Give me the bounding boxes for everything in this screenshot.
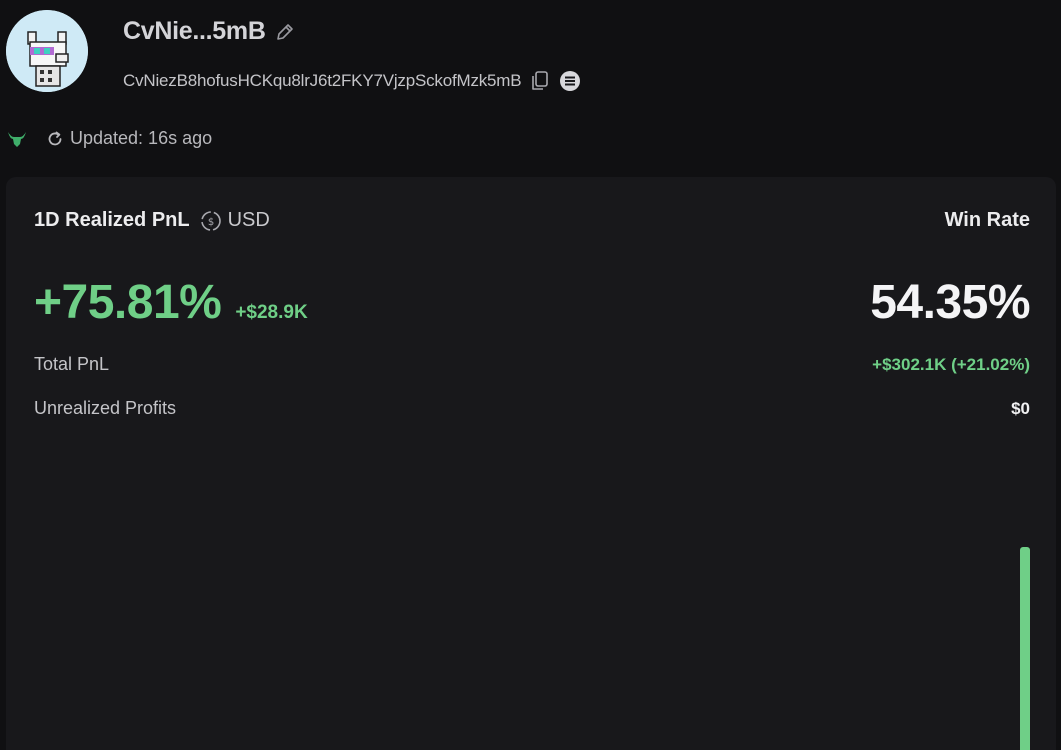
pencil-icon[interactable] [274,21,296,43]
avatar[interactable] [6,10,88,92]
status-row: Updated: 16s ago [6,128,212,149]
win-rate-value: 54.35% [870,276,1030,329]
svg-text:$: $ [207,217,213,228]
total-pnl-value: +$302.1K (+21.02%) [872,354,1030,374]
wallet-address-row: CvNiezB8hofusHCKqu8lrJ6t2FKY7VjzpSckofMz… [123,69,581,93]
pnl-title: 1D Realized PnL [34,209,190,231]
wallet-short-name: CvNie...5mB [123,17,266,45]
currency-label: USD [227,209,270,231]
card-header: 1D Realized PnL $ USD Win Rate [34,209,1030,232]
wallet-pnl-page: CvNie...5mB CvNiezB8hofusHCKqu8lrJ6t2FKY… [0,0,1061,750]
chart-bar [1020,547,1030,750]
pnl-card: 1D Realized PnL $ USD Win Rate +75.81% +… [6,177,1056,750]
refresh-icon[interactable] [46,130,64,148]
win-rate-label: Win Rate [944,209,1030,231]
pnl-values: +75.81% +$28.9K [34,275,308,330]
headline-values: +75.81% +$28.9K 54.35% [34,275,1030,330]
currency-swap-icon: $ [200,210,222,232]
wallet-name-row: CvNie...5mB [123,17,296,46]
updated-text: Updated: 16s ago [70,128,213,148]
unrealized-profits-label: Unrealized Profits [34,398,177,418]
pnl-percent: +75.81% [34,276,222,329]
unrealized-profits-row: Unrealized Profits $0 [34,398,1030,419]
unrealized-profits-value: $0 [1011,398,1030,418]
pnl-title-group: 1D Realized PnL $ USD [34,209,270,232]
wallet-address: CvNiezB8hofusHCKqu8lrJ6t2FKY7VjzpSckofMz… [123,71,522,90]
pnl-usd: +$28.9K [235,302,308,323]
pixel-robot-avatar-icon [6,10,88,92]
total-pnl-row: Total PnL +$302.1K (+21.02%) [34,354,1030,375]
bull-icon [6,129,28,149]
currency-toggle[interactable]: $ USD [200,209,270,232]
updated-status: Updated: 16s ago [46,128,212,149]
copy-icon[interactable] [529,69,551,93]
total-pnl-label: Total PnL [34,354,110,374]
solana-icon[interactable] [559,70,581,92]
